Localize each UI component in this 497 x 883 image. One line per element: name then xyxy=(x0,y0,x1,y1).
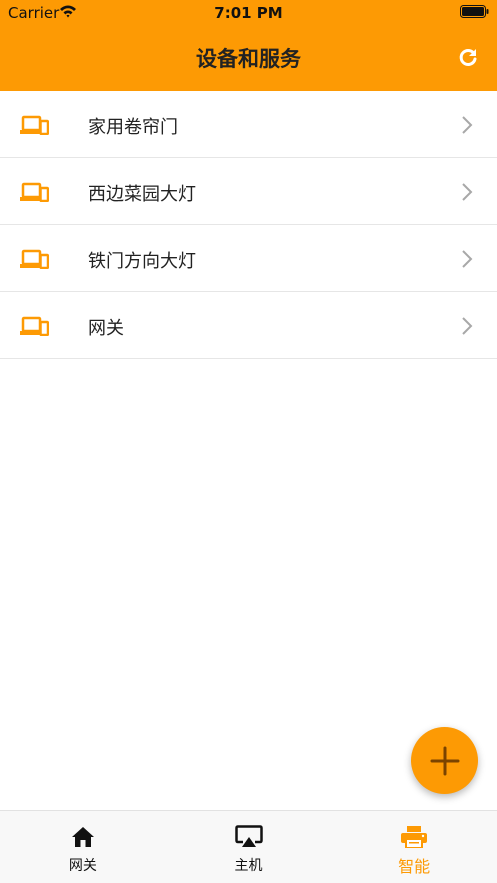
device-list-item[interactable]: 西边菜园大灯 xyxy=(0,158,497,225)
device-label: 网关 xyxy=(88,318,124,339)
device-list-item[interactable]: 网关 xyxy=(0,292,497,359)
tab-label: 智能 xyxy=(398,857,431,876)
status-bar: Carrier 7:01 PM xyxy=(0,0,497,26)
device-label: 家用卷帘门 xyxy=(88,117,178,138)
status-time: 7:01 PM xyxy=(214,4,283,22)
header: Carrier 7:01 PM 设备和服务 xyxy=(0,0,497,91)
tab-label: 网关 xyxy=(68,858,97,874)
device-icon xyxy=(20,316,49,336)
chevron-right-icon xyxy=(462,250,473,268)
device-list-item[interactable]: 家用卷帘门 xyxy=(0,91,497,158)
chevron-right-icon xyxy=(462,116,473,134)
device-icon xyxy=(20,115,49,135)
plus-icon xyxy=(430,746,459,775)
device-list-item[interactable]: 铁门方向大灯 xyxy=(0,225,497,292)
printer-icon xyxy=(400,825,428,849)
nav-bar: 设备和服务 xyxy=(0,26,497,91)
home-icon xyxy=(69,825,97,849)
tab-smart[interactable]: 智能 xyxy=(331,811,497,883)
tab-label: 主机 xyxy=(234,858,263,874)
device-icon xyxy=(20,182,49,202)
device-icon xyxy=(20,249,49,269)
chevron-right-icon xyxy=(462,317,473,335)
tab-gateway[interactable]: 网关 xyxy=(0,811,166,883)
page-title: 设备和服务 xyxy=(196,47,301,71)
tab-bar: 网关 主机 智能 xyxy=(0,810,497,883)
refresh-button[interactable] xyxy=(455,44,481,70)
device-list: 家用卷帘门 西边菜园大灯 铁门方向大灯 网关 xyxy=(0,91,497,359)
refresh-icon xyxy=(459,49,477,66)
add-device-button[interactable] xyxy=(411,727,478,794)
battery-icon xyxy=(460,5,489,18)
tab-host[interactable]: 主机 xyxy=(166,811,332,883)
device-label: 西边菜园大灯 xyxy=(88,184,196,205)
device-label: 铁门方向大灯 xyxy=(88,251,196,272)
airplay-icon xyxy=(234,825,263,849)
chevron-right-icon xyxy=(462,183,473,201)
screen: Carrier 7:01 PM 设备和服务 家用卷帘门 西边菜园大灯 铁门方向大… xyxy=(0,0,497,883)
